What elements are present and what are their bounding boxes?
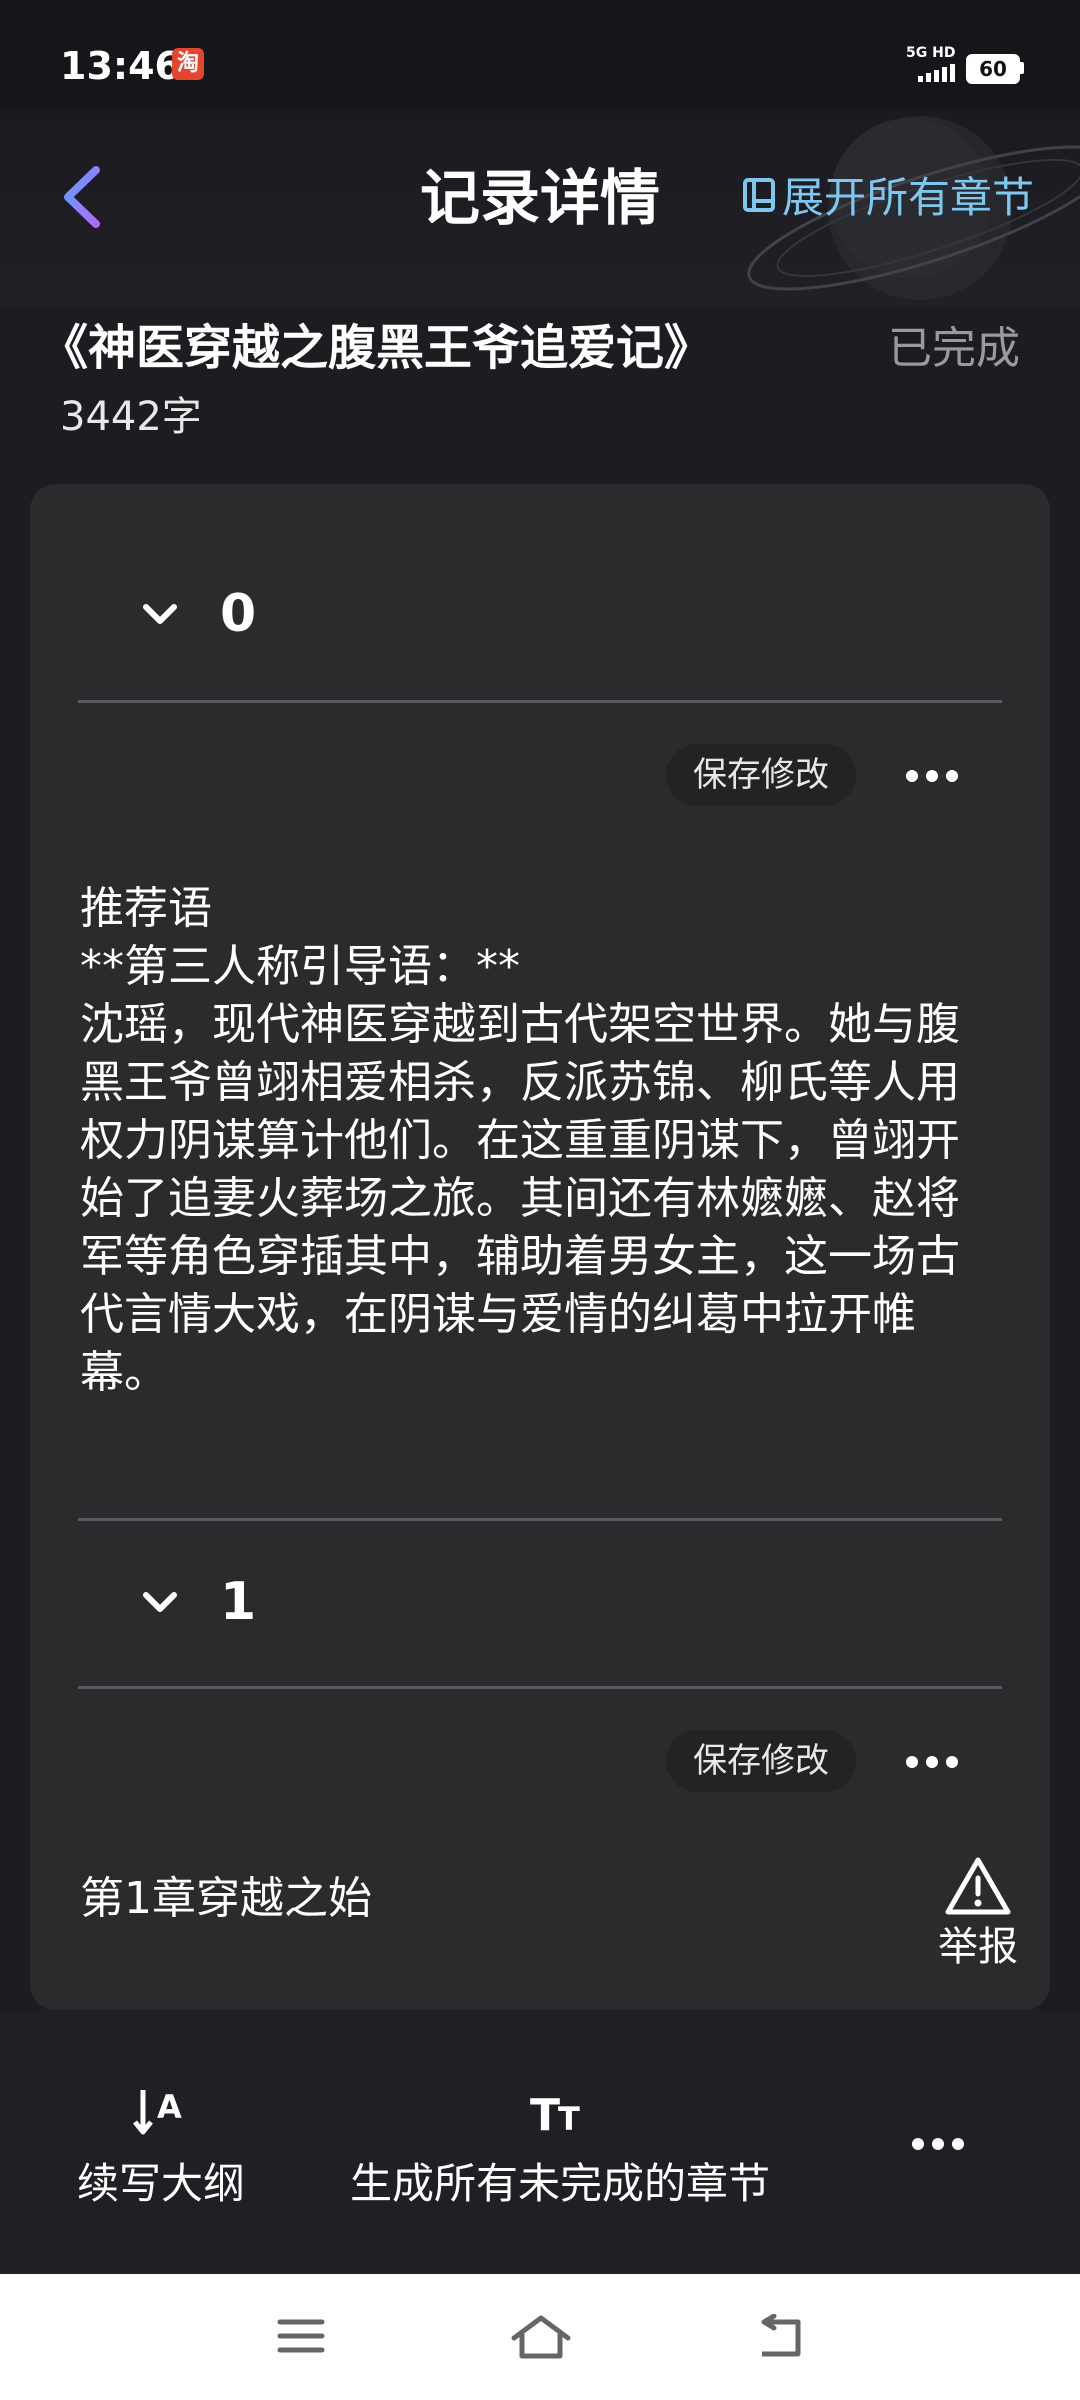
expand-all-label: 展开所有章节 — [782, 173, 1035, 222]
network-label: 5G HD — [906, 45, 956, 61]
battery-cap — [1020, 62, 1024, 74]
warning-icon — [945, 1857, 1011, 1915]
more-options-icon[interactable] — [902, 1752, 962, 1772]
signal-icon — [918, 64, 955, 82]
divider — [78, 1686, 1002, 1689]
sort-text-icon: A — [133, 2088, 182, 2135]
status-time: 13:46 — [60, 44, 181, 88]
generate-all-label: 生成所有未完成的章节 — [349, 2159, 770, 2208]
system-nav-bar — [0, 2274, 1080, 2400]
book-title: 《神医穿越之腹黑王爷追爱记》 — [40, 320, 713, 376]
save-changes-button[interactable]: 保存修改 — [666, 744, 856, 806]
continue-outline-label: 续写大纲 — [76, 2159, 245, 2208]
more-options-icon[interactable] — [902, 766, 962, 786]
report-button[interactable]: 举报 — [928, 1856, 1028, 1972]
generate-all-chapters-button[interactable]: T T 生成所有未完成的章节 — [330, 2086, 790, 2211]
chapter-number: 1 — [220, 1572, 257, 1632]
status-bar: 13:46 淘 5G HD 60 — [0, 0, 1080, 108]
chapter-number: 0 — [220, 584, 257, 644]
expand-icon — [743, 177, 775, 212]
chapter-0-header[interactable]: 0 — [140, 584, 256, 644]
report-label: 举报 — [938, 1924, 1018, 1970]
chapter-1-header[interactable]: 1 — [140, 1572, 256, 1632]
taobao-notification-icon: 淘 — [172, 48, 204, 80]
chapter-content[interactable]: 第1章穿越之始 — [80, 1870, 990, 1928]
chapter-card: 0 保存修改 推荐语 **第三人称引导语：** 沈瑶，现代神医穿越到古代架空世界… — [30, 484, 1050, 2010]
completion-status: 已完成 — [888, 323, 1020, 374]
chevron-down-icon — [143, 604, 177, 624]
chapter-content[interactable]: 推荐语 **第三人称引导语：** 沈瑶，现代神医穿越到古代架空世界。她与腹黑王爷… — [80, 880, 990, 1402]
expand-all-chapters-button[interactable]: 展开所有章节 — [742, 164, 1034, 225]
text-size-icon: T T — [530, 2090, 580, 2141]
chevron-down-icon — [143, 1592, 177, 1612]
svg-text:A: A — [157, 2088, 182, 2126]
svg-text:T: T — [558, 2100, 580, 2136]
home-icon[interactable] — [510, 2314, 572, 2362]
continue-outline-button[interactable]: A 续写大纲 — [66, 2086, 256, 2211]
word-count: 3442字 — [60, 394, 202, 440]
back-icon[interactable] — [754, 2314, 806, 2360]
bottom-toolbar: A 续写大纲 T T 生成所有未完成的章节 — [0, 2010, 1080, 2274]
content-fade — [30, 1934, 1050, 2010]
divider — [78, 700, 1002, 703]
header: 记录详情 展开所有章节 — [0, 108, 1080, 308]
more-options-icon[interactable] — [908, 2134, 968, 2154]
menu-icon[interactable] — [276, 2314, 326, 2358]
divider — [78, 1518, 1002, 1521]
svg-text:T: T — [530, 2090, 560, 2136]
save-changes-button[interactable]: 保存修改 — [666, 1730, 856, 1792]
battery-icon: 60 — [966, 54, 1020, 84]
